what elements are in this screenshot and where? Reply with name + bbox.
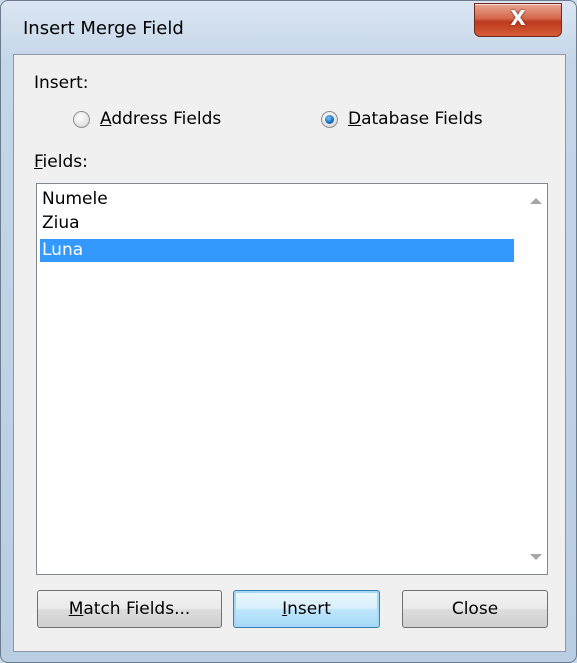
insert-button[interactable]: Insert: [233, 590, 380, 628]
database-fields-label: Database Fields: [348, 109, 483, 129]
scroll-up-arrow-icon[interactable]: [530, 198, 542, 204]
dialog-title: Insert Merge Field: [23, 18, 184, 39]
radio-button-selected-icon[interactable]: [321, 110, 338, 128]
scroll-down-arrow-icon[interactable]: [530, 554, 542, 560]
close-icon: X: [510, 6, 526, 30]
vertical-scrollbar[interactable]: [525, 184, 547, 574]
list-item[interactable]: Ziua: [40, 212, 514, 235]
dialog-client-area: Insert: Address Fields Database Fields F…: [13, 54, 566, 652]
close-button[interactable]: Close: [402, 590, 548, 628]
address-fields-label: Address Fields: [100, 109, 222, 129]
list-item[interactable]: Numele: [40, 188, 514, 211]
window-close-button[interactable]: X: [474, 3, 562, 37]
match-fields-button[interactable]: Match Fields...: [37, 590, 222, 628]
dialog-window: Insert Merge Field X Insert: Address Fie…: [0, 0, 577, 663]
list-item-selected[interactable]: Luna: [40, 239, 514, 262]
fields-label: Fields:: [34, 152, 88, 172]
fields-listbox[interactable]: Numele Ziua Luna: [36, 183, 548, 575]
radio-button-icon[interactable]: [73, 110, 90, 128]
insert-group-label: Insert:: [34, 73, 89, 93]
address-fields-radio[interactable]: Address Fields: [73, 109, 221, 129]
database-fields-radio[interactable]: Database Fields: [321, 109, 483, 129]
